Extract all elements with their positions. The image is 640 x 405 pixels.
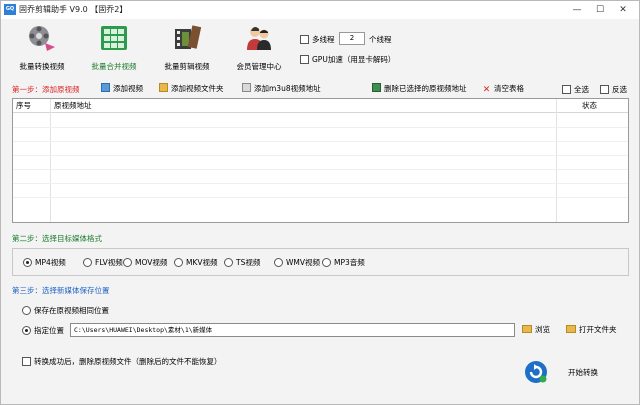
thread-count-input[interactable]: 2 — [339, 32, 365, 45]
open-folder-label: 打开文件夹 — [579, 325, 617, 334]
folder-search-icon — [522, 325, 532, 333]
browse-button[interactable]: 浏览 — [522, 323, 550, 337]
table-row — [13, 183, 628, 184]
step2-title: 第二步：选择目标媒体格式 — [12, 234, 102, 243]
add-folder-icon — [159, 83, 168, 92]
format-label-mp3: MP3音频 — [334, 258, 365, 267]
toolbar-label: 批量合并视频 — [91, 62, 137, 71]
thread-unit-label: 个线程 — [369, 35, 392, 44]
start-convert-label: 开始转换 — [568, 368, 598, 377]
add-m3u8-button[interactable]: 添加m3u8视频地址 — [242, 83, 321, 95]
format-label-mp4: MP4视频 — [35, 258, 66, 267]
gpu-label: GPU加速（用显卡解码） — [312, 55, 396, 64]
add-video-icon — [101, 83, 110, 92]
close-button[interactable]: ✕ — [613, 3, 633, 17]
delete-selected-label: 删除已选择的原视频地址 — [384, 84, 467, 93]
format-label-flv: FLV视频 — [95, 258, 123, 267]
format-label-mkv: MKV视频 — [186, 258, 218, 267]
table-row — [13, 141, 628, 142]
clapper-icon — [175, 25, 202, 49]
column-divider — [556, 99, 557, 222]
app-logo-icon: GQ — [4, 4, 16, 15]
column-header-status[interactable]: 状态 — [579, 99, 597, 113]
select-all-label: 全选 — [574, 85, 589, 94]
multithread-label: 多线程 — [312, 35, 335, 44]
gpu-checkbox[interactable] — [300, 55, 309, 64]
table-header: 序号 原视频地址 状态 — [13, 99, 628, 113]
invert-selection-checkbox[interactable] — [600, 85, 609, 94]
format-radio-flv[interactable] — [83, 258, 92, 267]
open-folder-button[interactable]: 打开文件夹 — [566, 323, 617, 337]
format-label-wmv: WMV视频 — [286, 258, 321, 267]
delete-selected-button[interactable]: 删除已选择的原视频地址 — [372, 83, 467, 95]
browse-label: 浏览 — [535, 325, 550, 334]
select-all-checkbox[interactable] — [562, 85, 571, 94]
members-icon — [247, 27, 271, 50]
save-path-input[interactable]: C:\Users\HUAWEI\Desktop\素材\1\新媒体 — [70, 323, 515, 337]
add-video-label: 添加视频 — [113, 84, 143, 93]
window-title: 固乔剪辑助手 V9.0 【固乔2】 — [19, 5, 128, 14]
delete-original-label: 转换成功后，删除原视频文件（删除后的文件不能恢复） — [34, 357, 222, 366]
toolbar-label: 会员管理中心 — [236, 62, 282, 71]
minimize-button[interactable]: — — [567, 3, 587, 17]
table-row — [13, 169, 628, 170]
format-radio-mov[interactable] — [123, 258, 132, 267]
save-custom-location-label: 指定位置 — [34, 326, 64, 335]
save-custom-location-radio[interactable] — [22, 326, 31, 335]
step1-title: 第一步：添加原视频 — [12, 85, 80, 94]
column-header-index[interactable]: 序号 — [13, 99, 31, 113]
add-folder-button[interactable]: 添加视频文件夹 — [159, 83, 224, 95]
title-bar: GQ 固乔剪辑助手 V9.0 【固乔2】 — ☐ ✕ — [1, 1, 639, 19]
app-window: GQ 固乔剪辑助手 V9.0 【固乔2】 — ☐ ✕ 批量转换视频 批量合并视频 — [0, 0, 640, 405]
clear-icon: ✕ — [482, 85, 491, 95]
table-row — [13, 197, 628, 198]
format-radio-mp3[interactable] — [322, 258, 331, 267]
toolbar-label: 批量转换视频 — [19, 62, 65, 71]
format-radio-mp4[interactable] — [23, 258, 32, 267]
invert-selection-label: 反选 — [612, 85, 627, 94]
delete-selected-icon — [372, 83, 381, 92]
format-radio-ts[interactable] — [224, 258, 233, 267]
merge-grid-icon — [101, 26, 127, 50]
format-label-ts: TS视频 — [236, 258, 261, 267]
toolbar-member-center[interactable]: 会员管理中心 — [230, 23, 288, 73]
clear-table-button[interactable]: ✕ 清空表格 — [482, 83, 524, 95]
save-same-location-radio[interactable] — [22, 306, 31, 315]
table-row — [13, 155, 628, 156]
toolbar-edit-video[interactable]: 批量剪辑视频 — [158, 23, 216, 73]
multithread-checkbox[interactable] — [300, 35, 309, 44]
format-radio-wmv[interactable] — [274, 258, 283, 267]
toolbar-merge-video[interactable]: 批量合并视频 — [85, 23, 143, 73]
maximize-button[interactable]: ☐ — [590, 3, 610, 17]
refresh-circle-icon — [525, 361, 547, 383]
add-m3u8-label: 添加m3u8视频地址 — [254, 84, 321, 93]
column-divider — [50, 99, 51, 222]
format-label-mov: MOV视频 — [135, 258, 168, 267]
add-video-button[interactable]: 添加视频 — [101, 83, 143, 95]
add-folder-label: 添加视频文件夹 — [171, 84, 224, 93]
delete-original-checkbox[interactable] — [22, 357, 31, 366]
film-reel-icon — [29, 26, 55, 51]
column-header-path[interactable]: 原视频地址 — [51, 99, 92, 113]
table-row — [13, 127, 628, 128]
toolbar-label: 批量剪辑视频 — [164, 62, 210, 71]
save-same-location-label: 保存在原视频相同位置 — [34, 306, 109, 315]
format-group: MP4视频 FLV视频 MOV视频 MKV视频 TS视频 WMV视频 MP3音频 — [12, 248, 629, 276]
step3-title: 第三步：选择新媒体保存位置 — [12, 286, 110, 295]
start-convert-button[interactable]: 开始转换 — [524, 360, 614, 386]
clear-table-label: 清空表格 — [494, 84, 524, 93]
format-radio-mkv[interactable] — [174, 258, 183, 267]
video-table[interactable]: 序号 原视频地址 状态 — [12, 98, 629, 223]
folder-icon — [566, 325, 576, 333]
toolbar-convert-video[interactable]: 批量转换视频 — [13, 23, 71, 73]
add-link-icon — [242, 83, 251, 92]
